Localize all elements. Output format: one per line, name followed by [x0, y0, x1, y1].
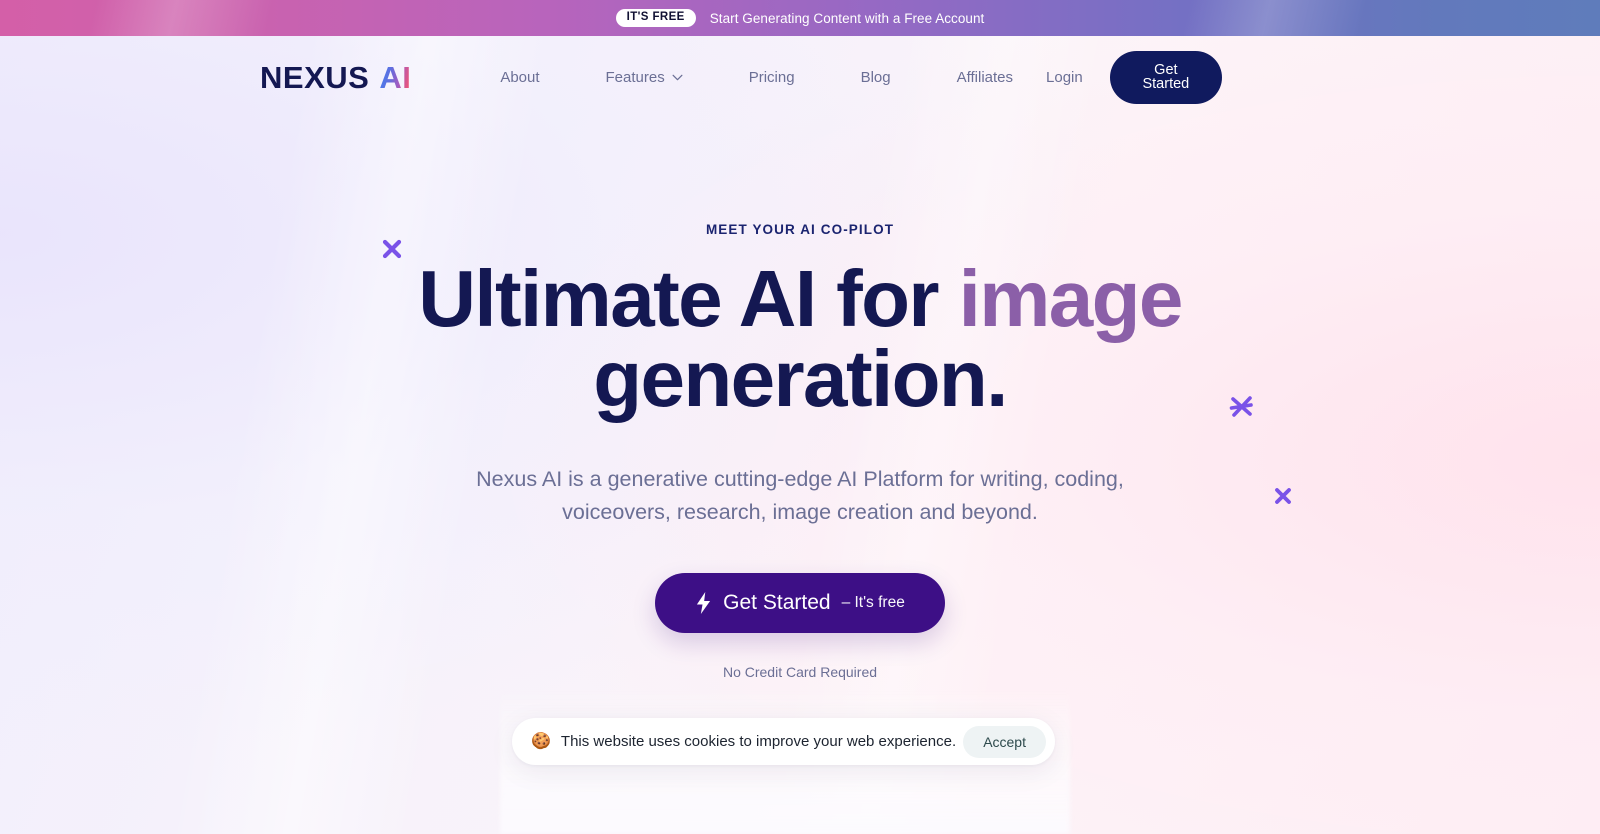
- no-credit-card-note: No Credit Card Required: [722, 663, 878, 680]
- header-actions: Login Get Started: [1046, 50, 1222, 104]
- nav-item-about[interactable]: About: [467, 61, 572, 94]
- nav-item-affiliates[interactable]: Affiliates: [924, 61, 1046, 94]
- nav-label: Features: [605, 68, 665, 86]
- lightning-bolt-icon: [695, 591, 712, 614]
- cta-sub-label: – It's free: [841, 593, 905, 611]
- cta-main-label: Get Started: [723, 591, 831, 615]
- announcement-content: IT'S FREE Start Generating Content with …: [615, 8, 985, 28]
- page-title: Ultimate AI for image generation.: [405, 259, 1195, 419]
- nav-label: Affiliates: [956, 68, 1014, 86]
- header-inner: NEXUS AI About Features Pricing Blog Aff…: [0, 50, 1600, 104]
- headline-part-1: Ultimate AI for: [418, 254, 959, 343]
- page-root: IT'S FREE Start Generating Content with …: [0, 0, 1600, 834]
- hero-cta-wrapper: Get Started – It's free: [0, 572, 1600, 633]
- header-get-started-button[interactable]: Get Started: [1109, 50, 1222, 104]
- headline-part-2: generation.: [593, 334, 1008, 423]
- cookie-consent-text: This website uses cookies to improve you…: [560, 733, 957, 750]
- main-navigation: About Features Pricing Blog Affiliates: [467, 61, 1046, 94]
- nav-label: Blog: [860, 68, 891, 86]
- announcement-text: Start Generating Content with a Free Acc…: [709, 10, 985, 26]
- hero-subtitle: Nexus AI is a generative cutting-edge AI…: [476, 467, 1124, 525]
- nav-item-blog[interactable]: Blog: [828, 61, 924, 94]
- nav-label: About: [500, 68, 540, 86]
- logo-text-nexus: NEXUS: [260, 59, 370, 95]
- chevron-down-icon: [672, 74, 683, 81]
- headline-accent: image: [958, 254, 1184, 343]
- site-header: NEXUS AI About Features Pricing Blog Aff…: [0, 36, 1600, 118]
- logo[interactable]: NEXUS AI: [260, 62, 411, 93]
- hero-eyebrow: MEET YOUR AI CO-PILOT: [705, 222, 895, 237]
- announcement-bar[interactable]: IT'S FREE Start Generating Content with …: [0, 0, 1600, 36]
- cookie-consent-banner: 🍪 This website uses cookies to improve y…: [512, 718, 1055, 765]
- nav-item-pricing[interactable]: Pricing: [716, 61, 828, 94]
- login-link[interactable]: Login: [1046, 69, 1083, 86]
- cookie-accept-button[interactable]: Accept: [963, 725, 1046, 758]
- nav-item-features[interactable]: Features: [573, 61, 716, 94]
- hero-get-started-button[interactable]: Get Started – It's free: [655, 572, 945, 633]
- logo-text-ai: AI: [379, 59, 412, 95]
- hero-section: MEET YOUR AI CO-PILOT Ultimate AI for im…: [0, 118, 1600, 680]
- nav-label: Pricing: [748, 68, 795, 86]
- its-free-badge: IT'S FREE: [615, 8, 696, 28]
- cookie-icon: 🍪: [531, 732, 551, 750]
